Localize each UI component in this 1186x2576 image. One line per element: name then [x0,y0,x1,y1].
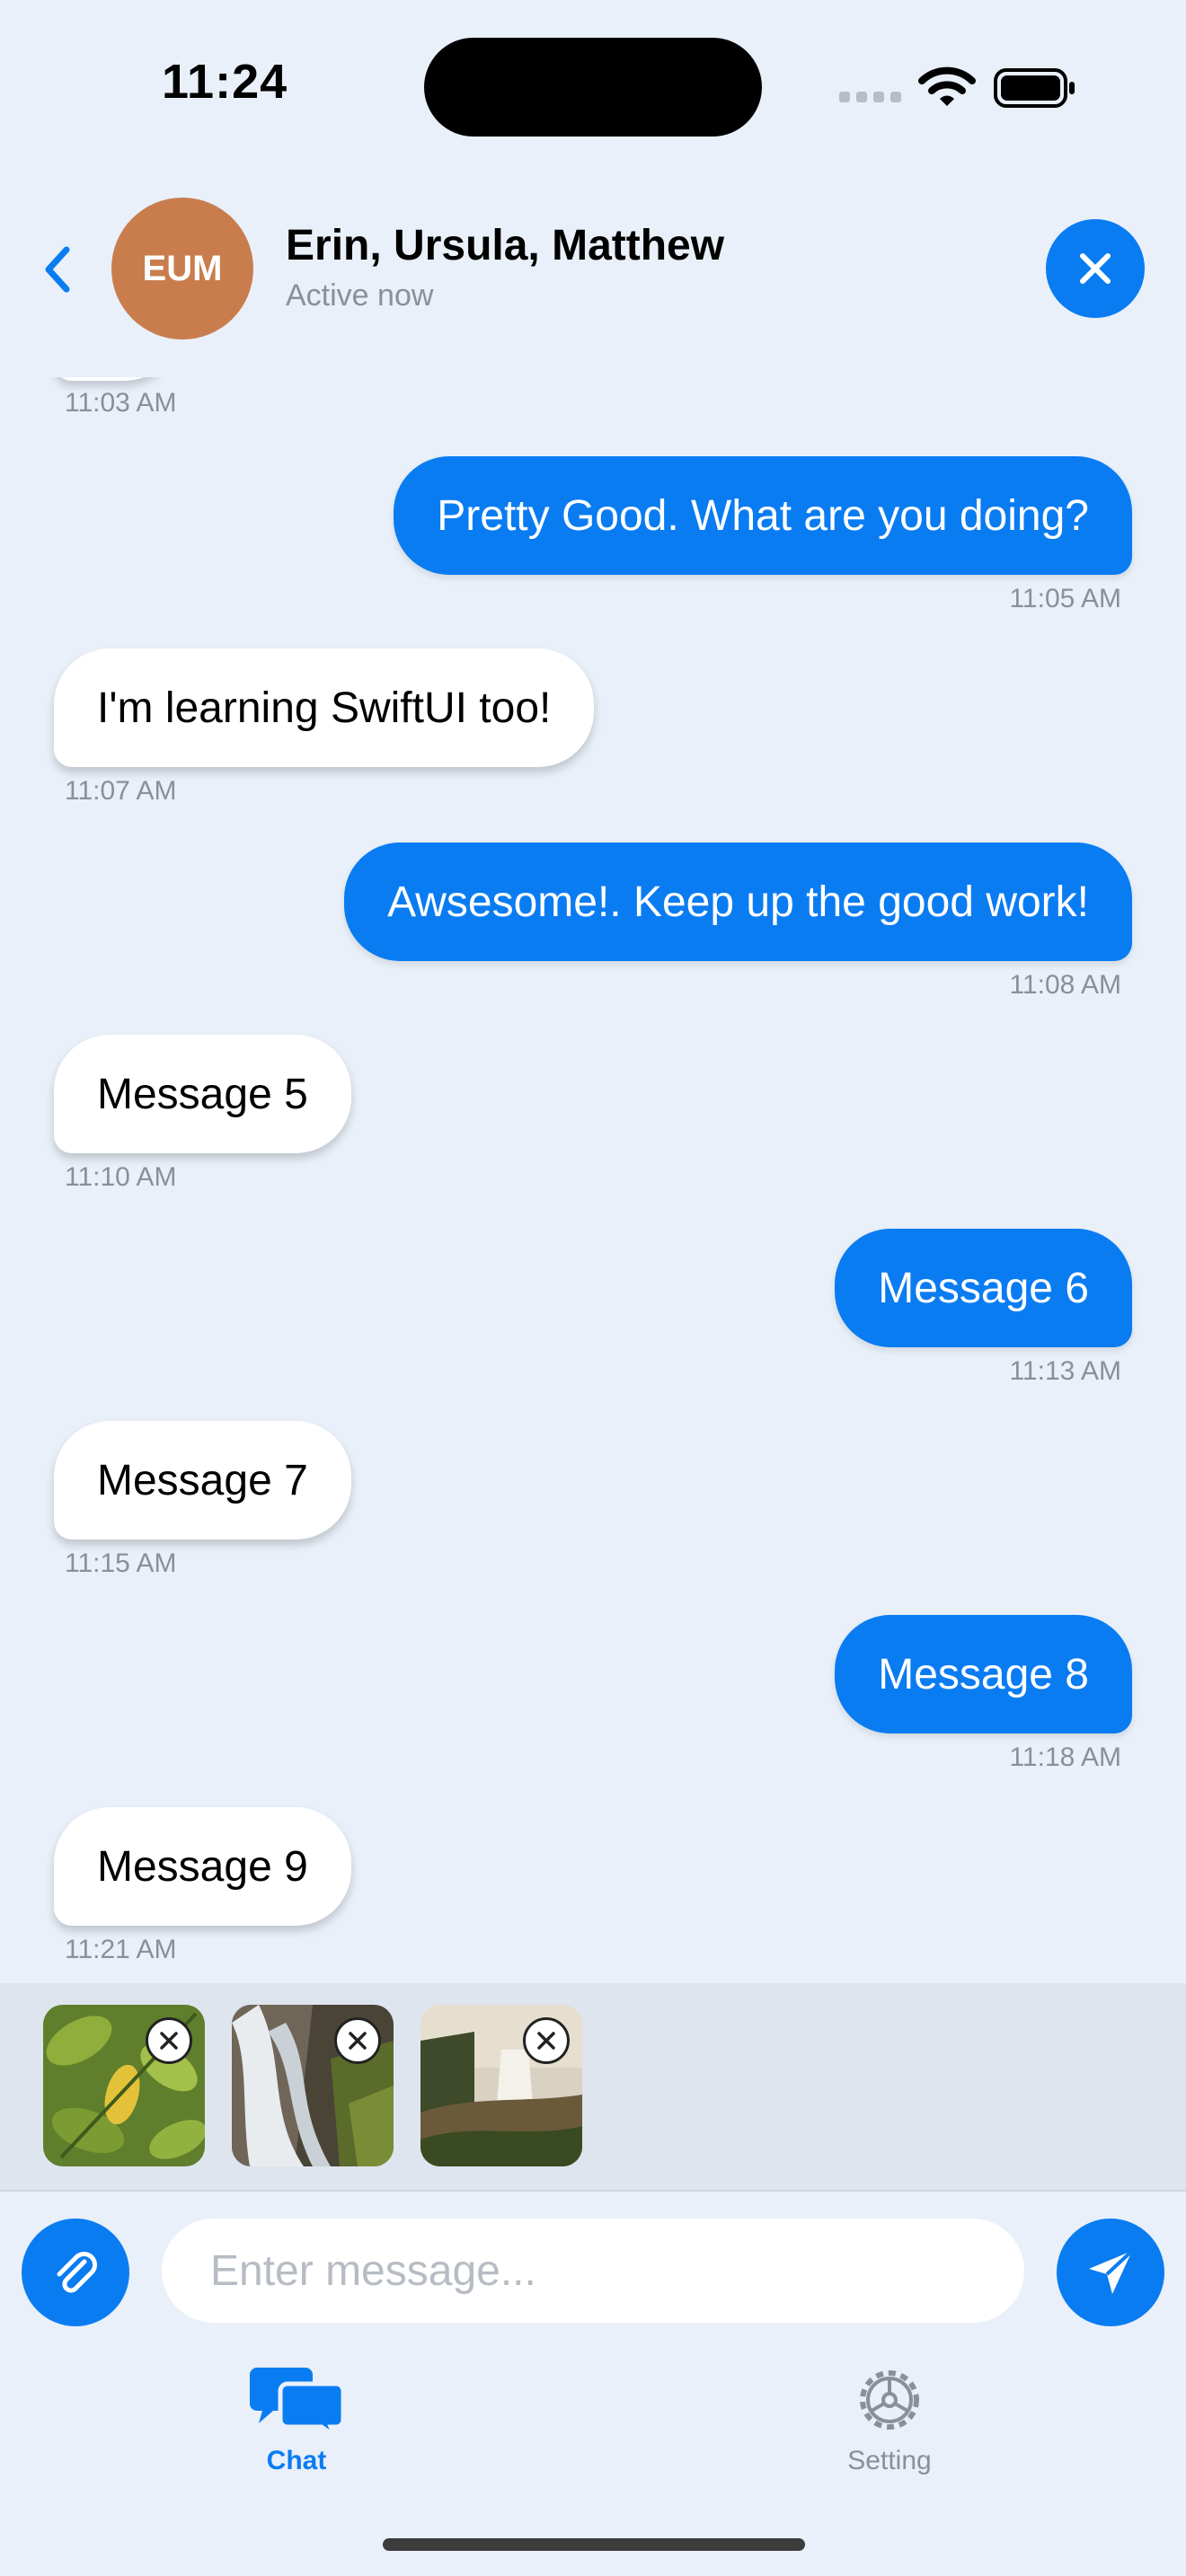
group-avatar[interactable]: EUM [111,198,253,340]
send-icon [1089,2249,1134,2294]
message-time: 11:13 AM [1009,1356,1121,1386]
message-bubble-outgoing: Pretty Good. What are you doing? [394,456,1132,575]
remove-attachment-button[interactable] [523,2017,570,2064]
message-input[interactable] [162,2219,1024,2323]
attachment-thumbnail[interactable] [232,2005,394,2166]
home-indicator [383,2538,805,2551]
message-time: 11:15 AM [65,1548,177,1578]
message-time: 11:18 AM [1009,1742,1121,1772]
close-icon [537,2032,555,2050]
message-bubble-incoming: Message 7 [54,1421,351,1539]
tab-label: Setting [847,2446,932,2475]
close-icon [160,2032,178,2050]
message-bubble-incoming: Message 5 [54,1035,351,1153]
message-time: 11:03 AM [65,388,177,418]
back-button[interactable] [36,243,81,296]
attachment-thumbnail[interactable] [420,2005,582,2166]
message-time: 11:21 AM [65,1935,177,1964]
message-bubble-outgoing: Message 8 [835,1615,1132,1734]
message-bubble-outgoing: Awsesome!. Keep up the good work! [344,842,1132,961]
chevron-left-icon [45,246,70,293]
status-time: 11:24 [162,55,288,109]
send-button[interactable] [1057,2219,1164,2326]
message-time: 11:07 AM [65,776,177,806]
message-time: 11:08 AM [1009,970,1121,1000]
presence-status: Active now [286,278,434,313]
attach-button[interactable] [22,2219,129,2326]
signal-icon [839,92,902,104]
remove-attachment-button[interactable] [334,2017,381,2064]
message-time: 11:10 AM [65,1162,177,1192]
chat-title: Erin, Ursula, Matthew [286,222,725,269]
message-bubble-incoming: I'm learning SwiftUI too! [54,648,595,767]
tab-chat[interactable]: Chat [207,2364,386,2476]
chat-bubbles-icon [250,2368,346,2442]
message-bubble-outgoing: Message 6 [835,1229,1132,1347]
dynamic-island [424,38,762,137]
message-bubble-incoming: Message 9 [54,1807,351,1926]
battery-icon [994,68,1076,108]
close-icon [349,2032,367,2050]
wifi-icon [918,66,976,108]
tab-label: Chat [266,2446,327,2475]
gear-icon [860,2370,919,2430]
paperclip-icon [57,2252,97,2293]
close-icon [1080,253,1111,284]
tab-setting[interactable]: Setting [800,2364,979,2476]
message-time: 11:05 AM [1009,584,1121,613]
remove-attachment-button[interactable] [146,2017,192,2064]
attachment-thumbnail[interactable] [43,2005,205,2166]
close-button[interactable] [1046,219,1145,318]
